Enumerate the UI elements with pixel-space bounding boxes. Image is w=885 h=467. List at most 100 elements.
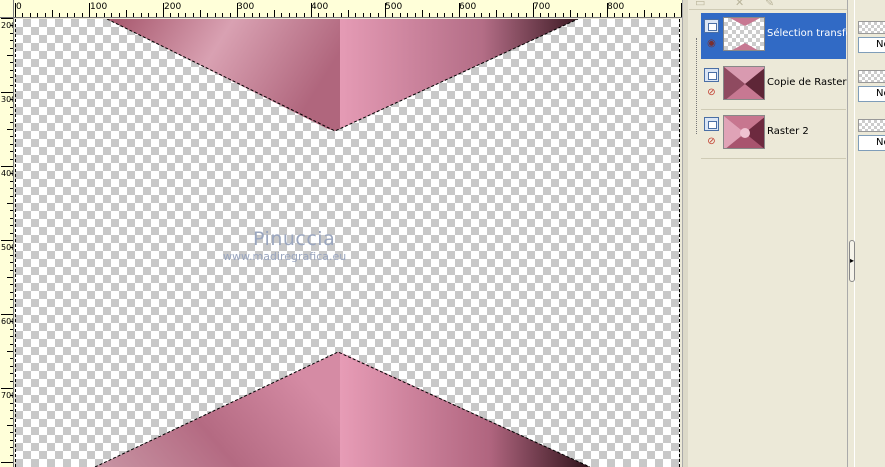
layer-properties-row: No <box>858 119 885 151</box>
ruler-tick <box>222 13 224 17</box>
ruler-tick <box>37 13 39 17</box>
ruler-tick <box>1 462 13 463</box>
opacity-preview <box>858 70 885 83</box>
delete-icon[interactable]: ✕ <box>735 0 744 9</box>
panel-splitter[interactable]: ▸ <box>847 0 855 467</box>
blend-mode-dropdown[interactable]: No <box>858 135 885 151</box>
ruler-tick <box>10 291 13 293</box>
ruler-tick <box>10 247 13 249</box>
ruler-tick <box>266 13 268 17</box>
horizontal-ruler: 0 100 200 300 400 500 600 700 800 <box>0 0 682 18</box>
ruler-tick <box>10 188 13 190</box>
ruler-tick <box>214 13 216 17</box>
ruler-tick <box>525 13 527 17</box>
layers-toolbar: ▭ ✕ ✎ <box>689 0 847 10</box>
canvas-scrollbar[interactable] <box>682 0 688 467</box>
ruler-tick <box>547 13 549 17</box>
visibility-off-icon[interactable]: ⊘ <box>704 87 719 99</box>
ruler-tick <box>10 84 13 86</box>
ruler-tick <box>496 10 497 17</box>
ruler-tick <box>10 299 13 301</box>
image-canvas[interactable]: Pinuccia www.madiregrafica.eu <box>15 19 680 467</box>
ruler-tick <box>555 13 557 17</box>
layer-properties-row: No <box>858 70 885 102</box>
blend-mode-dropdown[interactable]: No <box>858 37 885 53</box>
ruler-tick <box>29 13 31 17</box>
ruler-tick <box>340 13 342 17</box>
ruler-tick <box>311 3 312 17</box>
ruler-tick <box>1 18 13 19</box>
visibility-eye-icon[interactable]: ◉ <box>704 38 719 50</box>
bottom-shape-right-facet <box>340 352 590 467</box>
ruler-tick <box>362 13 364 17</box>
ruler-tick <box>7 277 13 278</box>
ruler-tick <box>200 10 201 17</box>
layer-row-copie-de-raster-2[interactable]: ⊘ Copie de Raster 2 <box>701 62 856 110</box>
ruler-tick <box>621 13 623 17</box>
ruler-tick <box>636 13 638 17</box>
layer-thumbnail <box>723 17 765 51</box>
ruler-tick <box>192 13 194 17</box>
ruler-label: 800 <box>607 2 625 12</box>
ruler-tick <box>7 203 13 204</box>
ruler-tick <box>10 417 13 419</box>
ruler-tick <box>10 432 13 434</box>
ruler-tick <box>74 13 76 17</box>
ruler-tick <box>10 32 13 34</box>
visibility-off-icon[interactable]: ⊘ <box>704 136 719 148</box>
ruler-tick <box>10 410 13 412</box>
ruler-tick <box>1 240 13 241</box>
ruler-tick <box>237 3 238 17</box>
ruler-tick <box>10 321 13 323</box>
ruler-tick <box>10 343 13 345</box>
ruler-tick <box>473 13 475 17</box>
ruler-tick <box>607 3 608 17</box>
layer-type-icon <box>704 117 719 131</box>
ruler-tick <box>89 3 90 17</box>
layer-row-raster-2[interactable]: ⊘ Raster 2 <box>701 111 846 159</box>
new-layer-icon[interactable]: ▭ <box>695 0 705 9</box>
ruler-tick <box>10 173 13 175</box>
ruler-tick <box>15 3 16 17</box>
layer-properties-column: No No No <box>855 0 885 467</box>
ruler-corner <box>0 0 14 18</box>
layer-properties-row: No <box>858 21 885 53</box>
ruler-tick <box>10 151 13 153</box>
ruler-tick <box>274 10 275 17</box>
ruler-label: 600 <box>1 317 13 326</box>
ruler-tick <box>355 13 357 17</box>
ruler-label: 100 <box>90 2 108 12</box>
ruler-tick <box>10 121 13 123</box>
layer-row-selection-transform[interactable]: ◉ Sélection transform <box>701 13 865 59</box>
ruler-label: 700 <box>533 2 551 12</box>
ruler-tick <box>614 13 616 17</box>
layer-name: Raster 2 <box>767 126 809 137</box>
ruler-tick <box>318 13 320 17</box>
ruler-tick <box>251 13 253 17</box>
ruler-tick <box>10 269 13 271</box>
paint-shop-pro-window: 0 100 200 300 400 500 600 700 800 200 30… <box>0 0 885 467</box>
ruler-tick <box>10 439 13 441</box>
ruler-tick <box>399 13 401 17</box>
ruler-tick <box>111 13 113 17</box>
ruler-tick <box>10 99 13 101</box>
ruler-tick <box>163 3 164 17</box>
ruler-tick <box>10 195 13 197</box>
ruler-tick <box>10 180 13 182</box>
ruler-label: 600 <box>459 2 477 12</box>
ruler-tick <box>348 10 349 17</box>
ruler-tick <box>1 166 13 167</box>
watermark-url: www.madiregrafica.eu <box>223 250 347 263</box>
ruler-tick <box>281 13 283 17</box>
ruler-tick <box>170 13 172 17</box>
ruler-tick <box>10 254 13 256</box>
ruler-tick <box>658 13 660 17</box>
ruler-tick <box>44 13 46 17</box>
edit-icon[interactable]: ✎ <box>765 0 774 9</box>
ruler-tick <box>10 47 13 49</box>
layers-palette: ▭ ✕ ✎ ◉ Sélection transform ⊘ Copie de R… <box>689 0 865 467</box>
blend-mode-dropdown[interactable]: No <box>858 86 885 102</box>
ruler-tick <box>451 13 453 17</box>
ruler-tick <box>207 13 209 17</box>
ruler-tick <box>59 13 61 17</box>
